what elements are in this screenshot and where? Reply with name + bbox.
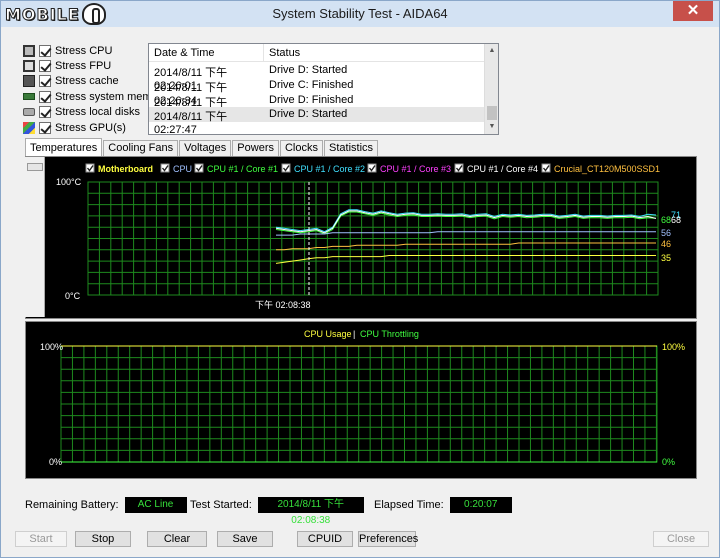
cpu-icon: [23, 44, 35, 57]
legend-label: CPU: [173, 164, 192, 174]
current-value-label: 68: [661, 215, 671, 225]
legend-label: CPU #1 / Core #1: [207, 164, 278, 174]
test-started-status: Test Started: 2014/8/11 下午 02:08:38: [190, 496, 364, 526]
stress-fpu-option[interactable]: Stress FPU: [23, 58, 145, 73]
title-separator: |: [353, 329, 355, 339]
stress-cpu-option[interactable]: Stress CPU: [23, 43, 145, 58]
save-button[interactable]: Save: [217, 531, 273, 547]
cache-icon: [23, 75, 35, 88]
stress-memory-option[interactable]: Stress system memory: [23, 89, 167, 104]
current-value-label: 46: [661, 239, 671, 249]
legend-label: CPU #1 / Core #4: [467, 164, 538, 174]
series-line: [276, 242, 656, 251]
window-title: System Stability Test - AIDA64: [272, 6, 448, 21]
y-right-top-label: 100%: [662, 342, 685, 352]
log-header: Date & Time Status: [149, 44, 485, 62]
tab-cooling-fans[interactable]: Cooling Fans: [103, 140, 179, 156]
tab-temperatures[interactable]: Temperatures: [25, 138, 103, 156]
test-started-value: 2014/8/11 下午 02:08:38: [257, 497, 364, 526]
disk-icon: [23, 108, 35, 117]
legend-label: Motherboard: [98, 164, 153, 174]
stress-cache-option[interactable]: Stress cache: [23, 74, 145, 89]
legend-label: CPU #1 / Core #3: [380, 164, 451, 174]
series-line: [276, 231, 656, 236]
stress-memory-checkbox[interactable]: [39, 90, 51, 103]
scroll-thumb[interactable]: [487, 106, 497, 120]
legend-label: CPU #1 / Core #2: [294, 164, 365, 174]
current-value-label: 35: [661, 253, 671, 263]
title-bar: MOBILE System Stability Test - AIDA64 ✕: [1, 1, 719, 27]
current-value-label: 68: [671, 215, 681, 225]
stress-gpu-checkbox[interactable]: [39, 121, 51, 134]
tab-clocks[interactable]: Clocks: [279, 140, 323, 156]
scroll-up-icon[interactable]: ▲: [485, 44, 499, 58]
temperature-chart-panel: Motherboard CPU CPU #1 / Core #1 CPU #1 / C…: [25, 156, 697, 319]
time-marker-label: 下午 02:08:38: [255, 299, 311, 310]
battery-value: AC Line: [124, 497, 187, 513]
memory-icon: [23, 93, 35, 101]
stress-fpu-checkbox[interactable]: [39, 60, 51, 73]
y-right-bottom-label: 0%: [662, 457, 675, 467]
window-close-button[interactable]: ✕: [673, 1, 713, 21]
cpu-usage-chart-panel: CPU Usage | CPU Throttling 100% 0% 100% 0%: [25, 321, 697, 479]
scroll-down-icon[interactable]: ▼: [485, 120, 499, 134]
stress-cpu-checkbox[interactable]: [39, 44, 51, 57]
preferences-button[interactable]: Preferences: [358, 531, 418, 547]
y-left-bottom-label: 0%: [49, 457, 62, 467]
stop-button[interactable]: Stop: [75, 531, 131, 547]
clear-button[interactable]: Clear: [147, 531, 207, 547]
temperature-chart: Motherboard CPU CPU #1 / Core #1 CPU #1 / C…: [56, 163, 681, 310]
y-left-top-label: 100%: [40, 342, 63, 352]
cpu-usage-title: CPU Usage: [304, 329, 352, 339]
y-axis-bottom-label: 0°C: [65, 291, 81, 301]
tab-statistics[interactable]: Statistics: [324, 140, 379, 156]
stress-disks-option[interactable]: Stress local disks: [23, 105, 145, 120]
aida64-window: MOBILE System Stability Test - AIDA64 ✕ …: [0, 0, 720, 558]
log-scrollbar[interactable]: ▲ ▼: [484, 44, 498, 134]
stress-gpu-option[interactable]: Stress GPU(s): [23, 120, 145, 135]
column-header-date[interactable]: Date & Time: [149, 44, 264, 61]
fpu-icon: [23, 60, 35, 73]
tab-powers[interactable]: Powers: [232, 140, 279, 156]
current-value-label: 56: [661, 228, 671, 238]
log-row[interactable]: 2014/8/11 下午 02:26:34 Drive C: Finished: [149, 78, 485, 107]
cpuid-button[interactable]: CPUID: [297, 531, 353, 547]
log-row[interactable]: 2014/8/11 下午 02:26:01 Drive D: Started: [149, 63, 485, 92]
legend-label: Crucial_CT120M500SSD1: [554, 164, 660, 174]
tab-voltages[interactable]: Voltages: [179, 140, 232, 156]
elapsed-time-value: 0:20:07: [449, 497, 512, 513]
sensor-tabs: Temperatures Cooling Fans Voltages Power…: [25, 138, 379, 156]
y-axis-top-label: 100°C: [56, 177, 82, 187]
log-row[interactable]: 2014/8/11 下午 02:27:47 Drive D: Finished: [149, 93, 485, 122]
gpu-icon: [23, 121, 35, 134]
column-header-status[interactable]: Status: [264, 44, 485, 61]
cpu-usage-chart: CPU Usage | CPU Throttling 100% 0% 100% 0%: [40, 329, 685, 467]
chart-scroll-knob[interactable]: [27, 163, 43, 171]
close-button[interactable]: Close: [653, 531, 709, 547]
stress-options: Stress CPU Stress FPU Stress cache Stres…: [23, 43, 167, 135]
stress-disks-checkbox[interactable]: [39, 106, 51, 119]
log-row-selected[interactable]: 2014/8/11 下午 02:27:47 Drive D: Started: [149, 107, 485, 136]
start-button[interactable]: Start: [15, 531, 67, 547]
elapsed-time-status: Elapsed Time: 0:20:07: [374, 496, 512, 514]
stress-cache-checkbox[interactable]: [39, 75, 51, 88]
cpu-throttling-title: CPU Throttling: [360, 329, 419, 339]
battery-status: Remaining Battery: AC Line: [25, 496, 187, 514]
event-log[interactable]: Date & Time Status 2014/8/11 下午 02:26:01…: [148, 43, 499, 136]
series-line: [275, 255, 656, 264]
chart-side-strip[interactable]: [25, 157, 45, 317]
